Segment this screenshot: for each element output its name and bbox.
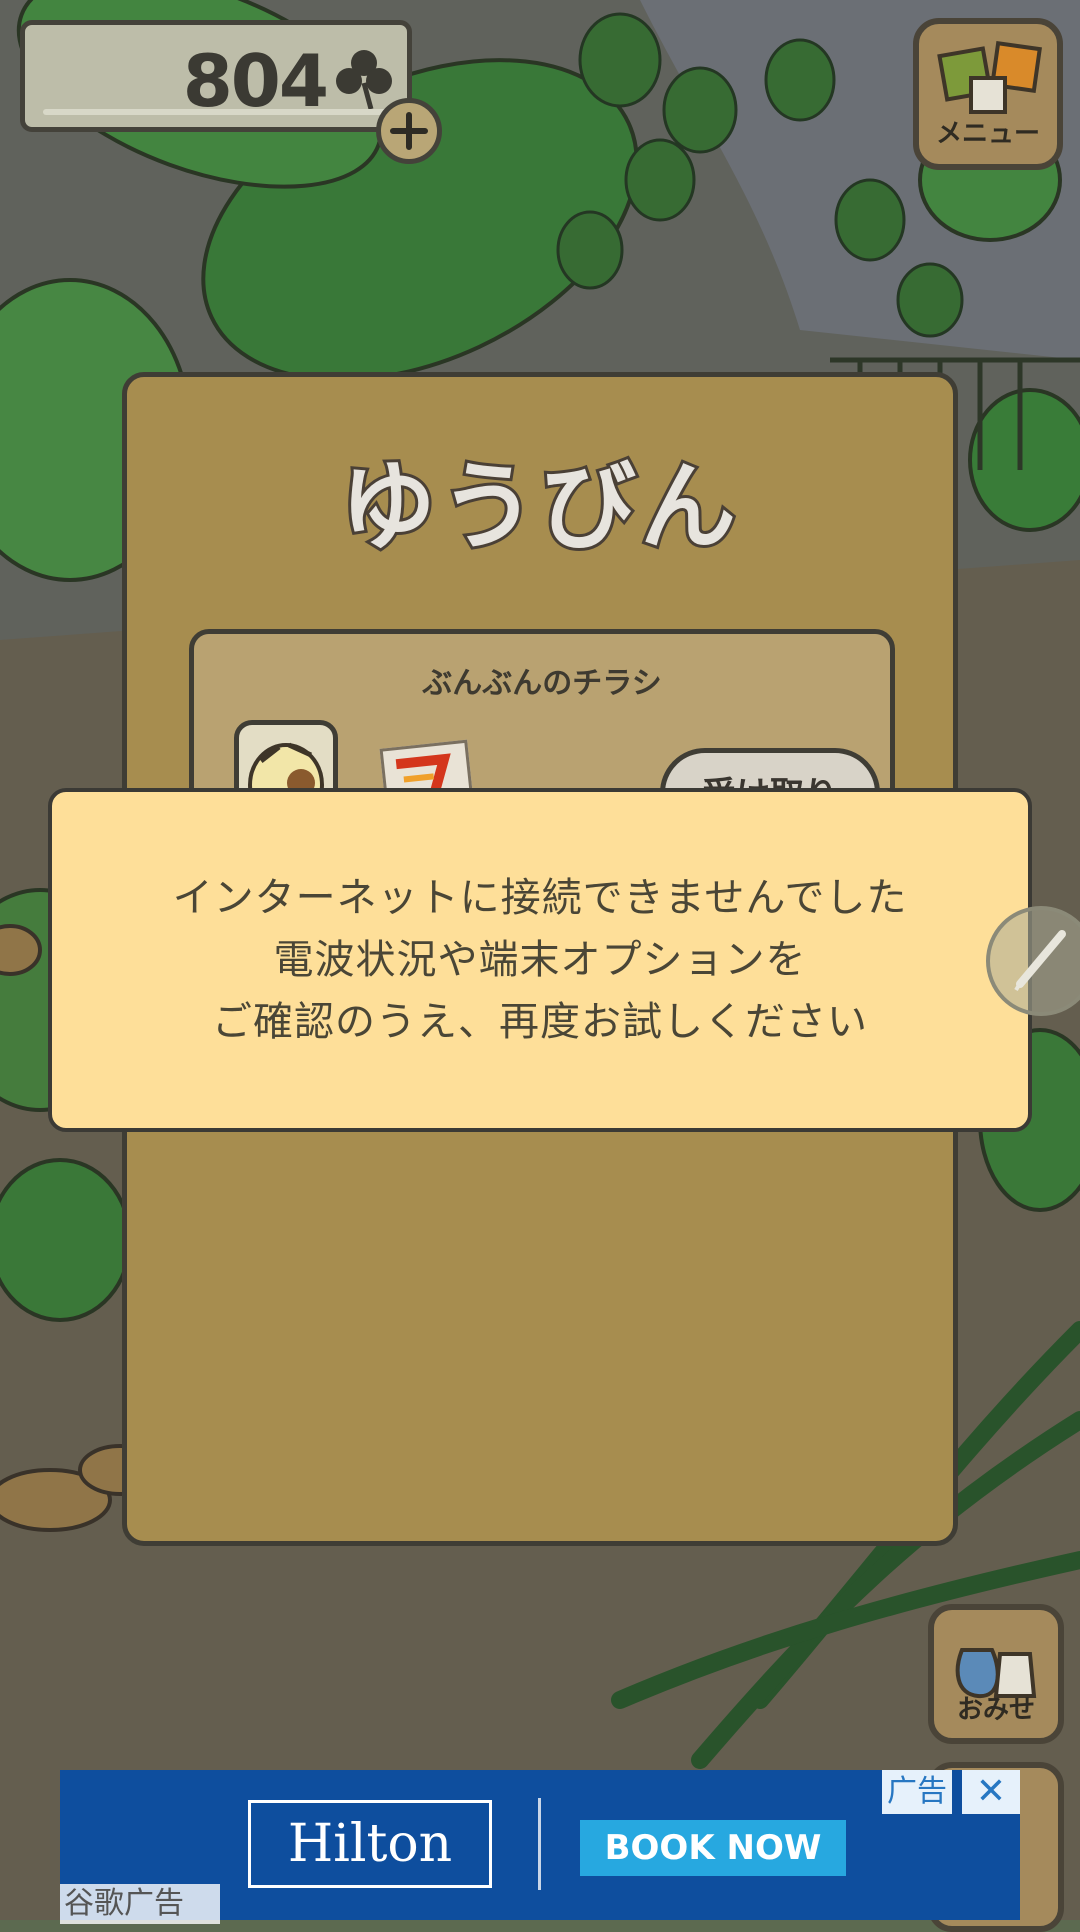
pen-icon — [1014, 930, 1066, 992]
mail-title: ゆうびん — [337, 448, 740, 566]
shop-button[interactable]: おみせ — [928, 1604, 1064, 1744]
plus-icon — [390, 112, 428, 150]
menu-button[interactable]: メニュー — [913, 18, 1063, 170]
ad-divider — [538, 1798, 541, 1890]
ad-banner[interactable]: Hilton BOOK NOW 广告 ✕ 谷歌广告 — [60, 1770, 1020, 1924]
clover-icon — [336, 50, 392, 110]
error-message-line: 電波状況や端末オプションを — [273, 937, 807, 983]
ad-close-icon[interactable]: ✕ — [962, 1770, 1020, 1814]
ad-book-now-button[interactable]: BOOK NOW — [580, 1820, 846, 1876]
error-message-line: ご確認のうえ、再度お試しください — [212, 999, 868, 1045]
counter-underline — [43, 109, 389, 115]
menu-label: メニュー — [935, 119, 1040, 149]
edit-button[interactable] — [986, 906, 1080, 1016]
ad-brand-logo: Hilton — [248, 1800, 492, 1888]
connection-error-dialog[interactable]: インターネットに接続できませんでした 電波状況や端末オプションを ご確認のうえ、… — [48, 788, 1032, 1132]
ad-tag: 广告 — [882, 1770, 952, 1814]
mail-item-title: ぶんぶんのチラシ — [422, 666, 662, 701]
ad-source-label: 谷歌广告 — [60, 1884, 220, 1924]
add-clovers-button[interactable] — [376, 98, 442, 164]
clover-counter: 804 — [20, 20, 412, 132]
shop-label: おみせ — [956, 1695, 1035, 1725]
error-message-line: インターネットに接続できませんでした — [172, 875, 908, 921]
